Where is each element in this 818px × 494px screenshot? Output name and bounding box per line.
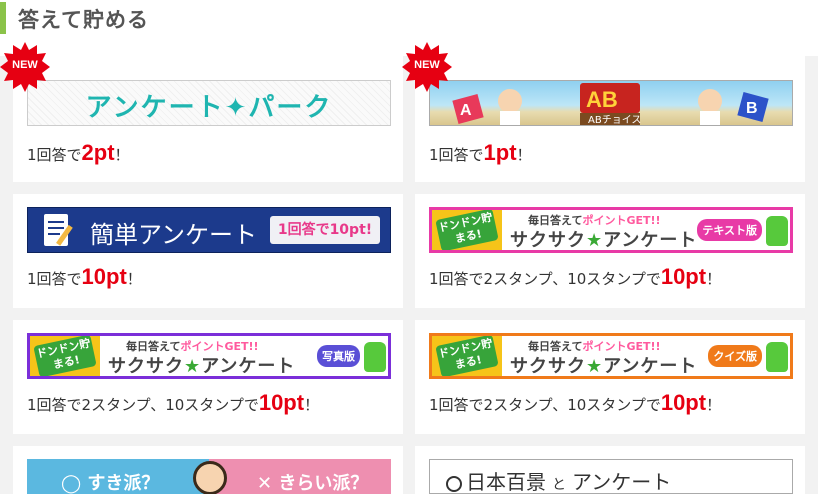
survey-card: 簡単アンケート 1回答で10pt! 1回答で10pt！ bbox=[13, 194, 403, 308]
banner-badge-area: ドンドン貯まる! bbox=[432, 210, 502, 250]
banner-kantan-anketo[interactable]: 簡単アンケート 1回答で10pt! bbox=[27, 207, 391, 253]
notepad-icon bbox=[44, 214, 73, 246]
banner-badge-area: ドンドン貯まる! bbox=[432, 336, 502, 376]
banner-badge: ドンドン貯まる! bbox=[435, 336, 499, 376]
banner-badge: ドンドン貯まる! bbox=[435, 210, 499, 250]
banner-text: 日本百景とアンケート bbox=[446, 466, 671, 493]
new-badge-label: NEW bbox=[12, 59, 38, 71]
new-badge: NEW bbox=[402, 42, 452, 92]
banner-badge: ドンドン貯まる! bbox=[33, 336, 97, 376]
banner-sakusaku-quiz[interactable]: ドンドン貯まる! 毎日答えてポイントGET!! サクサク★アンケート クイズ版 bbox=[429, 333, 793, 379]
banner-nihon-hyakkei[interactable]: 日本百景とアンケート bbox=[429, 459, 793, 494]
reward-text: 1回答で2スタンプ、10スタンプで10pt！ bbox=[429, 264, 721, 290]
ab-choice-illustration: A AB ABチョイス B bbox=[452, 83, 769, 126]
reward-prefix: 1回答で bbox=[429, 146, 484, 164]
reward-pt: 10pt bbox=[660, 390, 707, 415]
reward-text: 1回答で2スタンプ、10スタンプで10pt！ bbox=[429, 390, 721, 416]
survey-card: A AB ABチョイス B 1回答で1pt！ bbox=[415, 56, 805, 182]
banner-dislike-text: ✕ きらい派？ bbox=[257, 473, 369, 494]
survey-card: アンケート✦パーク 1回答で2pt！ bbox=[13, 56, 403, 182]
reward-prefix: 1回答で bbox=[27, 146, 82, 164]
banner-variant-label: 写真版 bbox=[317, 345, 360, 367]
reward-suffix: ！ bbox=[706, 396, 722, 414]
reward-text: 1回答で2スタンプ、10スタンプで10pt！ bbox=[27, 390, 319, 416]
survey-card: ドンドン貯まる! 毎日答えてポイントGET!! サクサク★アンケート テキスト版… bbox=[415, 194, 805, 308]
reward-suffix: ！ bbox=[304, 396, 320, 414]
reward-suffix: ！ bbox=[126, 270, 142, 288]
banner-badge-area: ドンドン貯まる! bbox=[30, 336, 100, 376]
ab-letters: AB bbox=[586, 87, 618, 112]
reward-suffix: ！ bbox=[516, 146, 532, 164]
reward-pt: 10pt bbox=[258, 390, 305, 415]
reward-prefix: 1回答で2スタンプ、10スタンプで bbox=[27, 396, 259, 414]
reward-text: 1回答で1pt！ bbox=[429, 140, 532, 166]
banner-variant-label: テキスト版 bbox=[697, 219, 762, 241]
reward-pt: 10pt bbox=[81, 264, 127, 289]
banner-tag: 1回答で10pt! bbox=[270, 216, 380, 244]
banner-sakusaku-text[interactable]: ドンドン貯まる! 毎日答えてポイントGET!! サクサク★アンケート テキスト版 bbox=[429, 207, 793, 253]
banner-like-text: ◯ すき派？ bbox=[61, 473, 160, 494]
banner-line2: サクサク★アンケート bbox=[510, 356, 698, 377]
survey-card: ドンドン貯まる! 毎日答えてポイントGET!! サクサク★アンケート クイズ版 … bbox=[415, 320, 805, 434]
reward-suffix: ！ bbox=[706, 270, 722, 288]
reward-pt: 2pt bbox=[81, 140, 115, 165]
section-title: 答えて貯める bbox=[18, 8, 149, 32]
survey-card: ドンドン貯まる! 毎日答えてポイントGET!! サクサク★アンケート 写真版 1… bbox=[13, 320, 403, 434]
survey-card: 日本百景とアンケート bbox=[415, 446, 805, 494]
banner-anketo-park[interactable]: アンケート✦パーク bbox=[27, 80, 391, 126]
banner-line2: サクサク★アンケート bbox=[108, 356, 296, 377]
frog-mascot-icon bbox=[766, 216, 788, 246]
banner-ab-choice[interactable]: A AB ABチョイス B bbox=[429, 80, 793, 126]
new-badge: NEW bbox=[0, 42, 50, 92]
reward-text: 1回答で2pt！ bbox=[27, 140, 130, 166]
banner-text: アンケート✦パーク bbox=[85, 93, 333, 123]
banner-text: ABチョイス bbox=[588, 114, 641, 126]
girl-avatar-icon bbox=[193, 461, 227, 494]
banner-line2: サクサク★アンケート bbox=[510, 230, 698, 251]
section-header: 答えて貯める bbox=[0, 0, 818, 36]
reward-prefix: 1回答で bbox=[27, 270, 82, 288]
survey-card: ◯ すき派？ ✕ きらい派？ bbox=[13, 446, 403, 494]
new-badge-label: NEW bbox=[414, 59, 440, 71]
mountain-logo-icon bbox=[446, 475, 462, 492]
svg-text:B: B bbox=[746, 100, 758, 117]
banner-variant-label: クイズ版 bbox=[708, 345, 762, 367]
frog-mascot-icon bbox=[766, 342, 788, 372]
reward-suffix: ！ bbox=[114, 146, 130, 164]
frog-mascot-icon bbox=[364, 342, 386, 372]
reward-prefix: 1回答で2スタンプ、10スタンプで bbox=[429, 270, 661, 288]
reward-prefix: 1回答で2スタンプ、10スタンプで bbox=[429, 396, 661, 414]
banner-like-dislike[interactable]: ◯ すき派？ ✕ きらい派？ bbox=[27, 459, 391, 494]
reward-pt: 10pt bbox=[660, 264, 707, 289]
svg-text:A: A bbox=[460, 102, 472, 119]
banner-text: 簡単アンケート bbox=[90, 221, 258, 249]
section-accent-bar bbox=[0, 2, 6, 34]
reward-pt: 1pt bbox=[483, 140, 517, 165]
banner-sakusaku-photo[interactable]: ドンドン貯まる! 毎日答えてポイントGET!! サクサク★アンケート 写真版 bbox=[27, 333, 391, 379]
reward-text: 1回答で10pt！ bbox=[27, 264, 142, 290]
